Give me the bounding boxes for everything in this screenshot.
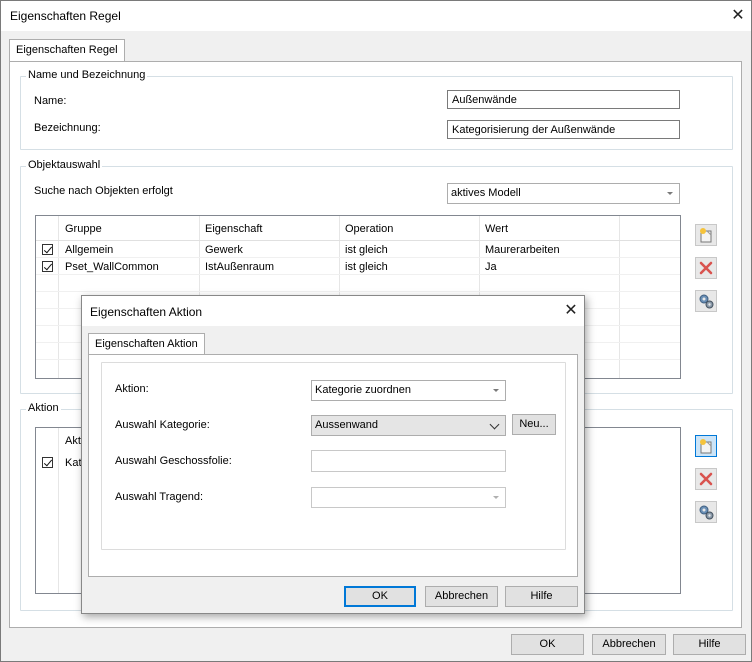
gears-icon [699, 294, 714, 309]
add-criterion-button[interactable] [695, 224, 717, 246]
dropdown-arrow-icon [493, 389, 499, 392]
window-title: Eigenschaften Regel [10, 9, 121, 23]
delete-x-icon [699, 472, 713, 486]
description-label: Bezeichnung: [34, 122, 101, 134]
table-row[interactable]: Allgemein Gewerk ist gleich Maurerarbeit… [36, 241, 680, 257]
dialog-title-bar: Eigenschaften Aktion ✕ [82, 296, 584, 326]
column-header-operation[interactable]: Operation [345, 223, 393, 235]
tab-eigenschaften-aktion[interactable]: Eigenschaften Aktion [88, 333, 205, 355]
dropdown-arrow-icon [667, 192, 673, 195]
table-row[interactable]: Pset_WallCommon IstAußenraum ist gleich … [36, 258, 680, 274]
settings-action-button[interactable] [695, 501, 717, 523]
action-group-legend: Aktion [26, 402, 61, 414]
chevron-down-icon [489, 419, 500, 430]
delete-x-icon [699, 261, 713, 275]
search-label: Suche nach Objekten erfolgt [34, 185, 173, 197]
cancel-button[interactable]: Abbrechen [592, 634, 666, 655]
name-label: Name: [34, 95, 67, 107]
column-header-eigenschaft[interactable]: Eigenschaft [205, 223, 262, 235]
cell-property: IstAußenraum [205, 261, 275, 273]
cell-property: Gewerk [205, 244, 243, 256]
description-input[interactable]: Kategorisierung der Außenwände [447, 120, 680, 139]
cell-value: Ja [485, 261, 497, 273]
action-label: Aktion: [115, 383, 149, 395]
new-category-button[interactable]: Neu... [512, 414, 556, 435]
close-icon[interactable]: ✕ [728, 8, 748, 24]
category-value: Aussenwand [315, 419, 378, 431]
category-label: Auswahl Kategorie: [115, 419, 210, 431]
add-document-icon [700, 228, 712, 243]
dialog-close-icon[interactable]: ✕ [561, 303, 581, 319]
action-properties-dialog: Eigenschaften Aktion ✕ Eigenschaften Akt… [81, 295, 585, 614]
cell-value: Maurerarbeiten [485, 244, 560, 256]
bearing-label: Auswahl Tragend: [115, 491, 204, 503]
name-group-legend: Name und Bezeichnung [26, 69, 148, 81]
action-value: Kategorie zuordnen [315, 384, 412, 396]
bearing-dropdown[interactable] [311, 487, 506, 508]
help-button[interactable]: Hilfe [673, 634, 746, 655]
row-checkbox[interactable] [42, 244, 53, 255]
cell-operation: ist gleich [345, 261, 388, 273]
action-dropdown[interactable]: Kategorie zuordnen [311, 380, 506, 401]
dialog-ok-button[interactable]: OK [344, 586, 416, 607]
category-dropdown[interactable]: Aussenwand [311, 415, 506, 436]
tab-eigenschaften-regel[interactable]: Eigenschaften Regel [9, 39, 125, 61]
ok-button[interactable]: OK [511, 634, 584, 655]
object-group-legend: Objektauswahl [26, 159, 103, 171]
delete-action-button[interactable] [695, 468, 717, 490]
title-bar: Eigenschaften Regel ✕ [1, 1, 751, 31]
dialog-help-button[interactable]: Hilfe [505, 586, 578, 607]
dialog-cancel-button[interactable]: Abbrechen [425, 586, 498, 607]
row-checkbox[interactable] [42, 457, 53, 468]
search-scope-dropdown[interactable]: aktives Modell [447, 183, 680, 204]
gears-icon [699, 505, 714, 520]
dialog-title: Eigenschaften Aktion [90, 305, 203, 319]
column-header-gruppe[interactable]: Gruppe [65, 223, 102, 235]
dropdown-arrow-icon [493, 496, 499, 499]
search-scope-value: aktives Modell [451, 187, 521, 199]
name-input[interactable]: Außenwände [447, 90, 680, 109]
cell-group: Pset_WallCommon [65, 261, 159, 273]
floor-input[interactable] [311, 450, 506, 472]
delete-criterion-button[interactable] [695, 257, 717, 279]
add-action-button[interactable] [695, 435, 717, 457]
cell-operation: ist gleich [345, 244, 388, 256]
column-header-wert[interactable]: Wert [485, 223, 508, 235]
row-checkbox[interactable] [42, 261, 53, 272]
cell-group: Allgemein [65, 244, 114, 256]
settings-criterion-button[interactable] [695, 290, 717, 312]
add-document-icon [700, 439, 712, 454]
floor-label: Auswahl Geschossfolie: [115, 455, 232, 467]
